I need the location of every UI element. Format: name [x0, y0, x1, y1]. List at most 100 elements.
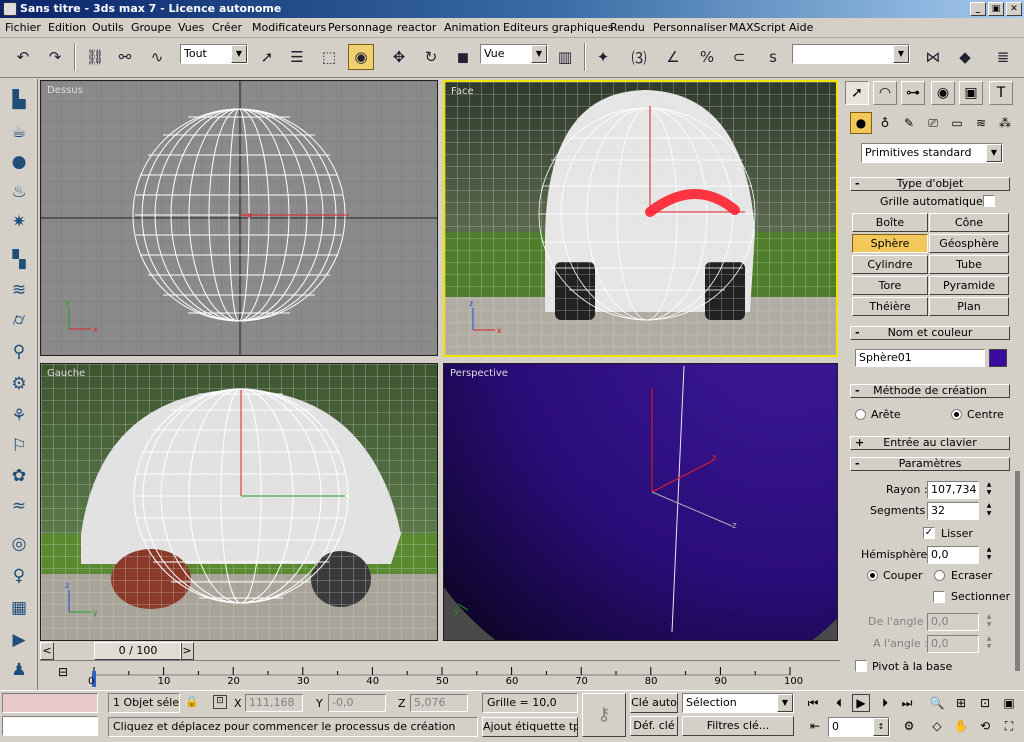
- menu-rendu[interactable]: Rendu: [610, 21, 645, 34]
- arc-rotate-icon[interactable]: ⟲: [976, 717, 994, 735]
- menu-editeurs-graphiques[interactable]: Editeurs graphiques: [503, 21, 614, 34]
- edit-named-selection-icon[interactable]: ꜱ: [760, 44, 786, 70]
- zoom-extents-all-icon[interactable]: ▣: [1000, 694, 1018, 712]
- systems-icon[interactable]: ⁂: [994, 112, 1016, 134]
- parameters-rollout[interactable]: - Paramètres: [850, 457, 1010, 471]
- particle-icon[interactable]: ✿: [6, 463, 32, 489]
- lights-icon[interactable]: ✎: [898, 112, 920, 134]
- sphere-icon[interactable]: ●: [6, 149, 32, 175]
- modify-tab-icon[interactable]: ◠: [873, 81, 897, 105]
- align-icon[interactable]: ◆: [952, 44, 978, 70]
- close-button[interactable]: ✕: [1006, 2, 1022, 16]
- map-icon[interactable]: ▦: [6, 595, 32, 621]
- box-objects-icon[interactable]: ▙: [6, 87, 32, 113]
- next-frame-icon[interactable]: ⏵: [876, 694, 894, 712]
- go-to-start-icon[interactable]: ⏮: [804, 694, 822, 712]
- coord-z-input[interactable]: 5,076: [410, 694, 468, 712]
- layer-manager-icon[interactable]: ≣: [990, 44, 1016, 70]
- torus-button[interactable]: Tore: [852, 276, 928, 295]
- motion-tab-icon[interactable]: ◉: [931, 81, 955, 105]
- menu-reactor[interactable]: reactor: [397, 21, 436, 34]
- menu-modificateurs[interactable]: Modificateurs: [252, 21, 326, 34]
- chop-radio[interactable]: [867, 570, 878, 581]
- current-frame-input[interactable]: 0 ↕: [828, 717, 890, 737]
- slice-on-checkbox[interactable]: [933, 591, 945, 603]
- add-time-tag-button[interactable]: Ajout étiquette tps: [482, 717, 578, 737]
- set-key-icon[interactable]: ⚷: [582, 693, 626, 737]
- menu-edition[interactable]: Edition: [48, 21, 86, 34]
- auto-key-button[interactable]: Clé auto: [630, 693, 678, 713]
- display-tab-icon[interactable]: ▣: [959, 81, 983, 105]
- sphere-button[interactable]: Sphère: [852, 234, 928, 253]
- segments-input[interactable]: 32: [927, 502, 979, 520]
- tube-button[interactable]: Tube: [929, 255, 1009, 274]
- creation-method-rollout[interactable]: - Méthode de création: [850, 384, 1010, 398]
- key-filters-button[interactable]: Filtres clé...: [682, 716, 794, 736]
- menu-outils[interactable]: Outils: [92, 21, 124, 34]
- zoom-all-icon[interactable]: ⊞: [952, 694, 970, 712]
- menu-groupe[interactable]: Groupe: [131, 21, 171, 34]
- viewport-perspective[interactable]: x z y Perspective: [443, 363, 838, 641]
- minimize-button[interactable]: _: [970, 2, 986, 16]
- object-color-swatch[interactable]: [989, 349, 1007, 367]
- go-to-end-icon[interactable]: ⏭: [898, 694, 916, 712]
- menu-vues[interactable]: Vues: [178, 21, 204, 34]
- play-icon[interactable]: ▶: [852, 694, 870, 712]
- squash-radio[interactable]: [934, 570, 945, 581]
- percent-snap-icon[interactable]: %: [694, 44, 720, 70]
- cylinder-icon[interactable]: ⌭: [6, 307, 32, 333]
- geometry-icon[interactable]: ●: [850, 112, 872, 134]
- time-next-button[interactable]: >: [180, 642, 194, 660]
- cameras-icon[interactable]: ⎚: [922, 112, 944, 134]
- pivot-center-icon[interactable]: ▥: [552, 44, 578, 70]
- menu-animation[interactable]: Animation: [444, 21, 500, 34]
- key-mode-toggle-icon[interactable]: ⇤: [806, 717, 824, 735]
- menu-maxscript[interactable]: MAXScript: [729, 21, 785, 34]
- hierarchy-tab-icon[interactable]: ⊶: [901, 81, 925, 105]
- mirror-icon[interactable]: ⋈: [920, 44, 946, 70]
- time-prev-button[interactable]: <: [40, 642, 54, 660]
- link-icon[interactable]: ⛓: [82, 44, 108, 70]
- teapot-icon[interactable]: ☕: [6, 119, 32, 145]
- shapes-icon[interactable]: ♁: [874, 112, 896, 134]
- maximize-viewport-icon[interactable]: ⛶: [1000, 717, 1018, 735]
- spiral-icon[interactable]: ◎: [6, 531, 32, 557]
- helpers-icon[interactable]: ▭: [946, 112, 968, 134]
- radius-spinner[interactable]: ▲ ▼: [984, 481, 994, 499]
- viewport-front-label[interactable]: Face: [451, 86, 474, 97]
- slice-to-spinner[interactable]: ▲ ▼: [984, 635, 994, 653]
- stack-icon[interactable]: ≋: [6, 277, 32, 303]
- selection-filter-dropdown[interactable]: Tout ▼: [180, 44, 248, 64]
- undo-icon[interactable]: ↶: [10, 44, 36, 70]
- camera-icon[interactable]: ▶: [6, 627, 32, 653]
- pyramid-button[interactable]: Pyramide: [929, 276, 1009, 295]
- maxscript-listener[interactable]: [2, 693, 98, 713]
- select-by-name-icon[interactable]: ☰: [284, 44, 310, 70]
- bind-spacewarp-icon[interactable]: ∿: [144, 44, 170, 70]
- menu-personnage[interactable]: Personnage: [328, 21, 392, 34]
- box-button[interactable]: Boîte: [852, 213, 928, 232]
- star-shape-icon[interactable]: ✷: [6, 209, 32, 235]
- prev-frame-icon[interactable]: ⏴: [830, 694, 848, 712]
- window-crossing-icon[interactable]: ◉: [348, 44, 374, 70]
- redo-icon[interactable]: ↷: [42, 44, 68, 70]
- viewport-front[interactable]: x z Face: [443, 80, 838, 357]
- rect-selection-icon[interactable]: ⬚: [316, 44, 342, 70]
- coord-y-input[interactable]: -0,0: [328, 694, 386, 712]
- hemisphere-input[interactable]: 0,0: [927, 546, 979, 564]
- select-object-icon[interactable]: ➚: [254, 44, 280, 70]
- ripple-icon[interactable]: ≈: [6, 493, 32, 519]
- slice-to-input[interactable]: 0,0: [927, 635, 979, 653]
- panel-scrollbar[interactable]: [1015, 471, 1020, 671]
- creation-edge-radio[interactable]: [855, 409, 866, 420]
- angle-snap-icon[interactable]: ∠: [660, 44, 686, 70]
- gear-icon[interactable]: ⚙: [6, 371, 32, 397]
- name-color-rollout[interactable]: - Nom et couleur: [850, 326, 1010, 340]
- create-tab-icon[interactable]: ➚: [845, 81, 869, 105]
- geosphere-button[interactable]: Géosphère: [929, 234, 1009, 253]
- wave-icon[interactable]: ⚘: [6, 403, 32, 429]
- named-selection-dropdown[interactable]: ▼: [792, 44, 910, 64]
- track-bar[interactable]: ⊟ 0 10 20 30 40 50 60 70 80 90 100: [40, 660, 840, 688]
- unlink-icon[interactable]: ⚯: [112, 44, 138, 70]
- menu-aide[interactable]: Aide: [789, 21, 813, 34]
